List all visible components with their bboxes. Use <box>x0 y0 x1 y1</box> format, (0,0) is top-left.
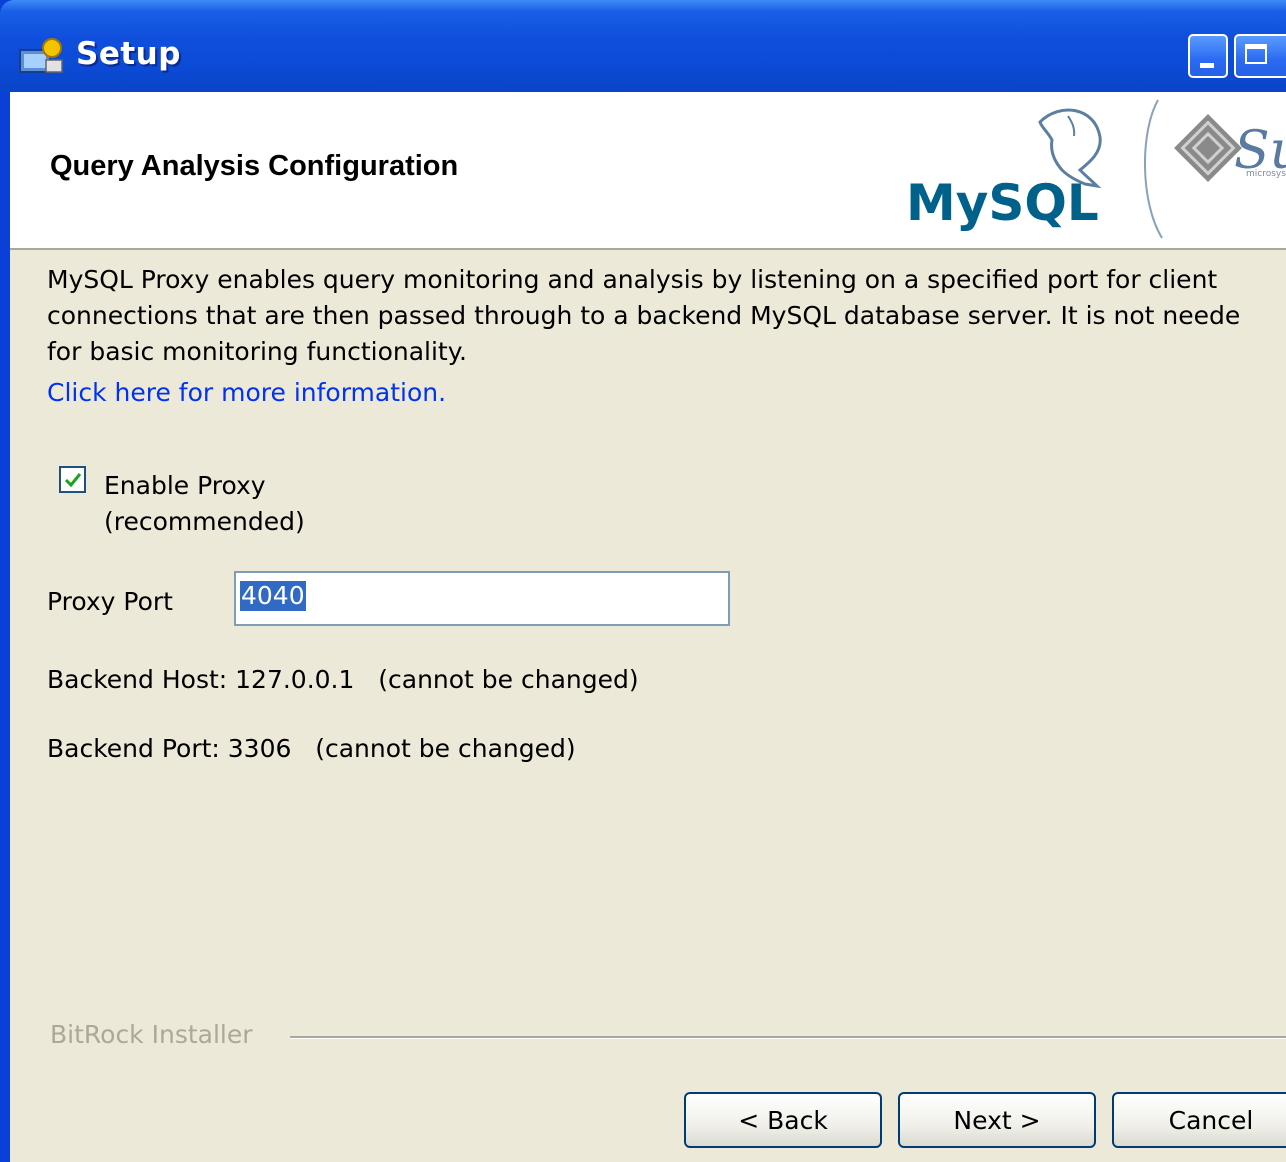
backend-host-text: Backend Host: 127.0.0.1 (cannot be chang… <box>47 665 639 694</box>
wizard-header: Query Analysis Configuration MySQL Sun m… <box>10 92 1286 250</box>
proxy-port-label: Proxy Port <box>47 587 173 616</box>
setup-app-icon <box>19 38 63 73</box>
installer-brand: BitRock Installer <box>50 1020 253 1049</box>
title-bar[interactable]: Setup <box>0 0 1286 92</box>
back-button[interactable]: < Back <box>684 1092 882 1148</box>
checkmark-icon <box>64 473 82 488</box>
backend-port-text: Backend Port: 3306 (cannot be changed) <box>47 734 576 763</box>
more-info-link[interactable]: Click here for more information. <box>47 378 446 407</box>
cancel-button[interactable]: Cancel <box>1112 1092 1286 1148</box>
maximize-button[interactable] <box>1234 34 1286 78</box>
proxy-port-input[interactable]: 4040 <box>234 571 730 626</box>
next-button[interactable]: Next > <box>898 1092 1096 1148</box>
enable-proxy-label[interactable]: Enable Proxy <box>104 468 266 504</box>
enable-proxy-sublabel[interactable]: (recommended) <box>104 504 305 540</box>
svg-text:MySQL: MySQL <box>906 174 1099 232</box>
page-title: Query Analysis Configuration <box>50 150 459 182</box>
footer-divider <box>290 1036 1286 1039</box>
enable-proxy-checkbox[interactable] <box>59 466 86 493</box>
proxy-port-value: 4040 <box>240 581 306 611</box>
minimize-button[interactable] <box>1188 34 1228 78</box>
window-title: Setup <box>76 36 181 72</box>
next-button-label: Next > <box>953 1105 1041 1135</box>
description-text: MySQL Proxy enables query monitoring and… <box>47 265 1241 366</box>
svg-text:microsystems: microsystems <box>1246 169 1286 179</box>
back-button-label: < Back <box>738 1105 828 1135</box>
wizard-client-area: Query Analysis Configuration MySQL Sun m… <box>10 92 1286 1162</box>
mysql-sun-logo: MySQL Sun microsystems <box>906 99 1286 239</box>
setup-window: Setup Query Analysis Configuration MySQL <box>0 0 1286 1162</box>
cancel-button-label: Cancel <box>1168 1105 1254 1135</box>
